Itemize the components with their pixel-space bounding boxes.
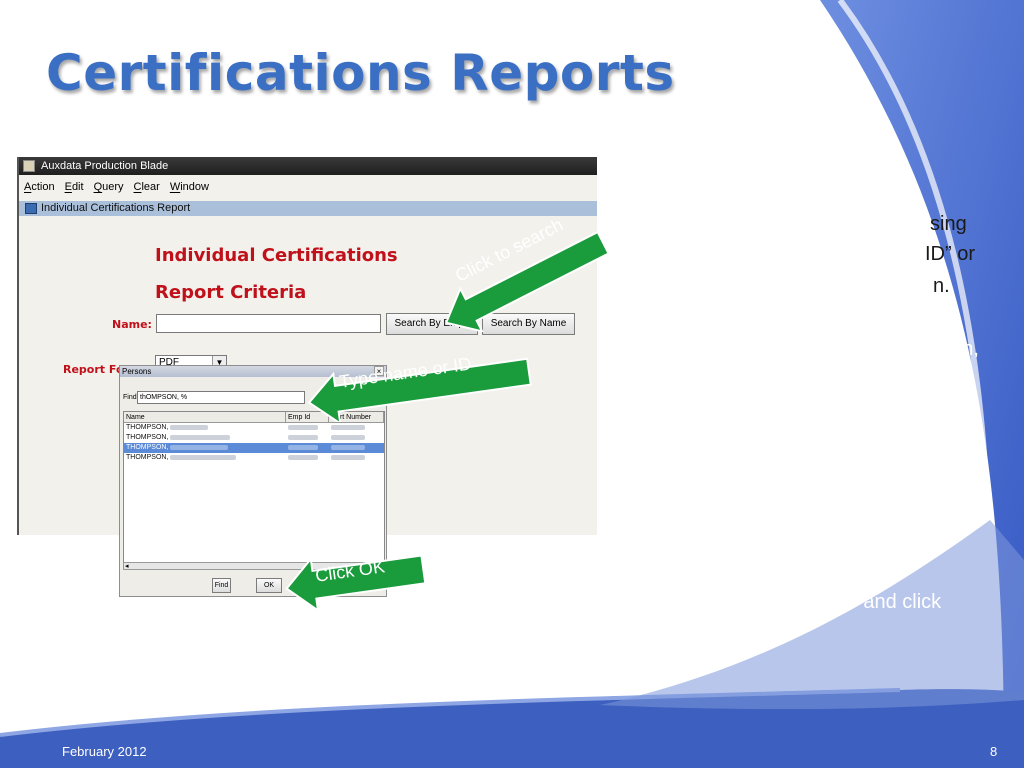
bullet-fragment: or and click [840,591,942,613]
menu-clear[interactable]: Clear [134,175,160,197]
menu-edit[interactable]: Edit [65,175,84,197]
name-input[interactable] [156,314,381,333]
app-titlebar: Auxdata Production Blade [19,157,597,175]
java-app-icon [23,160,35,172]
list-item[interactable]: THOMPSON, [124,453,384,463]
menu-action[interactable]: Action [24,175,55,197]
list-item[interactable]: THOMPSON, [124,423,384,433]
find-button[interactable]: Find [212,578,231,593]
redacted-text [288,454,318,460]
find-input[interactable]: thOMPSON, % [137,391,305,404]
redacted-text [288,434,318,440]
person-name: THOMPSON, [126,424,169,431]
bullet-fragment: pen, [940,338,979,360]
bullet-fragment: r [955,398,962,420]
column-header-name[interactable]: Name [124,412,286,422]
report-heading: Individual Certifications [155,245,398,266]
redacted-text [288,424,318,430]
form-icon [25,203,37,214]
person-name: THOMPSON, [126,434,169,441]
name-label: Name: [112,318,152,331]
report-format-label: Report Fo [63,363,124,376]
redacted-text [331,424,365,430]
redacted-text [170,454,237,460]
page-number: 8 [990,744,998,759]
ok-button[interactable]: OK [256,578,282,593]
menu-query[interactable]: Query [94,175,124,197]
footer-date: February 2012 [62,744,147,759]
redacted-text [170,434,231,440]
scroll-left-icon[interactable]: ◂ [125,563,129,570]
report-subheading: Report Criteria [155,282,307,303]
bullet-fragment: n. [933,275,950,297]
redacted-text [170,424,209,430]
slide-title: Certifications Reports [46,44,675,102]
menu-window[interactable]: Window [170,175,209,197]
redacted-text [331,444,365,450]
person-name: THOMPSON, [126,444,169,451]
redacted-text [288,444,318,450]
person-name: THOMPSON, [126,454,169,461]
menu-bar: Action Edit Query Clear Window [19,175,597,197]
bullet-fragment: ID” or [925,243,975,265]
persons-list: Name Emp Id Cert Number THOMPSON, THOMPS… [123,411,385,563]
bullet-fragment: sing [930,213,967,235]
redacted-text [331,434,365,440]
redacted-text [331,454,365,460]
app-window-title: Auxdata Production Blade [41,160,169,172]
form-titlebar: Individual Certifications Report [19,201,597,216]
bullet-fragment: and [950,429,984,451]
bullet-fragment: mp [952,459,980,481]
persons-dialog-title: Persons [122,367,152,376]
list-item-selected[interactable]: THOMPSON, [124,443,384,453]
find-label: Find [123,394,137,401]
redacted-text [170,444,229,450]
list-item[interactable]: THOMPSON, [124,433,384,443]
form-title: Individual Certifications Report [41,202,191,214]
